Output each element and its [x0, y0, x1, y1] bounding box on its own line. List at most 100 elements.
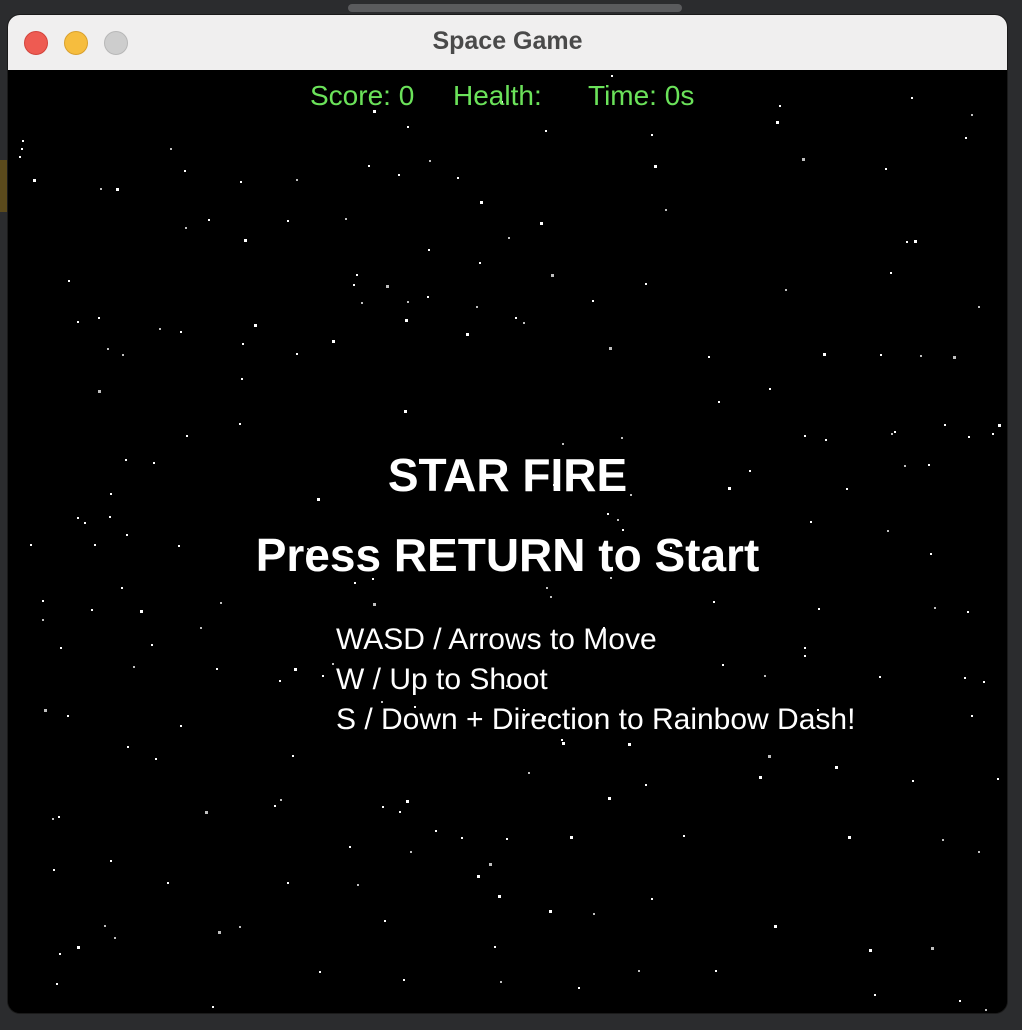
star	[296, 179, 298, 181]
star	[931, 947, 934, 950]
star	[774, 925, 777, 928]
star	[274, 805, 276, 807]
star	[345, 218, 347, 220]
star	[971, 715, 973, 717]
star	[621, 437, 623, 439]
star	[405, 319, 408, 322]
star	[218, 931, 221, 934]
star	[292, 755, 294, 757]
star	[410, 851, 412, 853]
game-window: Space Game Score: 0 Health: Time: 0s STA…	[8, 15, 1007, 1013]
star	[122, 354, 124, 356]
star	[967, 611, 969, 613]
star	[651, 898, 653, 900]
star	[56, 983, 58, 985]
star	[885, 168, 887, 170]
star	[651, 134, 653, 136]
star	[477, 875, 480, 878]
star	[244, 239, 247, 242]
star	[551, 274, 554, 277]
star	[435, 830, 437, 832]
star	[920, 355, 922, 357]
instruction-dash: S / Down + Direction to Rainbow Dash!	[336, 703, 856, 736]
star	[964, 677, 966, 679]
star	[294, 668, 297, 671]
star	[540, 222, 543, 225]
star	[665, 209, 667, 211]
star	[133, 666, 135, 668]
star	[104, 925, 106, 927]
star	[98, 317, 100, 319]
star	[638, 970, 640, 972]
star	[107, 348, 109, 350]
star	[968, 436, 970, 438]
star	[466, 333, 469, 336]
star	[322, 675, 324, 677]
star	[708, 356, 710, 358]
star	[382, 806, 384, 808]
star	[427, 296, 429, 298]
star	[971, 114, 973, 116]
star	[406, 800, 409, 803]
star	[357, 884, 359, 886]
star	[835, 766, 838, 769]
star	[890, 272, 892, 274]
star	[810, 521, 812, 523]
star	[398, 174, 400, 176]
star	[894, 431, 896, 433]
star	[978, 851, 980, 853]
star	[332, 340, 335, 343]
star	[506, 838, 508, 840]
star	[914, 240, 917, 243]
star	[628, 743, 631, 746]
star	[874, 994, 876, 996]
star	[404, 410, 407, 413]
star	[715, 970, 717, 972]
star	[978, 306, 980, 308]
game-canvas[interactable]: Score: 0 Health: Time: 0s STAR FIRE Pres…	[8, 70, 1007, 1013]
star	[279, 680, 281, 682]
start-prompt: Press RETURN to Start	[255, 529, 760, 581]
star	[683, 835, 685, 837]
star	[353, 284, 355, 286]
title-bar[interactable]: Space Game	[8, 15, 1007, 71]
star	[242, 343, 244, 345]
star	[550, 596, 552, 598]
star	[457, 177, 459, 179]
star	[523, 322, 525, 324]
star	[240, 181, 242, 183]
star	[959, 1000, 961, 1002]
star	[592, 300, 594, 302]
star	[489, 863, 492, 866]
star	[91, 609, 93, 611]
star	[942, 839, 944, 841]
star	[140, 610, 143, 613]
star	[645, 784, 647, 786]
star	[785, 289, 787, 291]
star	[934, 607, 936, 609]
health-display: Health:	[453, 80, 542, 111]
star	[779, 105, 781, 107]
star	[500, 981, 502, 983]
star	[53, 869, 55, 871]
star	[33, 179, 36, 182]
star	[611, 75, 613, 77]
star	[67, 715, 69, 717]
star	[361, 302, 363, 304]
star	[19, 156, 21, 158]
star	[776, 121, 779, 124]
star	[373, 603, 376, 606]
star	[384, 920, 386, 922]
star	[60, 647, 62, 649]
star	[428, 249, 430, 251]
star	[354, 582, 356, 584]
star	[549, 910, 552, 913]
star	[254, 324, 257, 327]
star	[114, 937, 116, 939]
background-editor-highlight	[0, 160, 8, 212]
instructions: WASD / Arrows to Move W / Up to Shoot S …	[336, 620, 855, 740]
star	[880, 354, 882, 356]
star	[461, 837, 463, 839]
star	[823, 353, 826, 356]
star	[44, 709, 47, 712]
